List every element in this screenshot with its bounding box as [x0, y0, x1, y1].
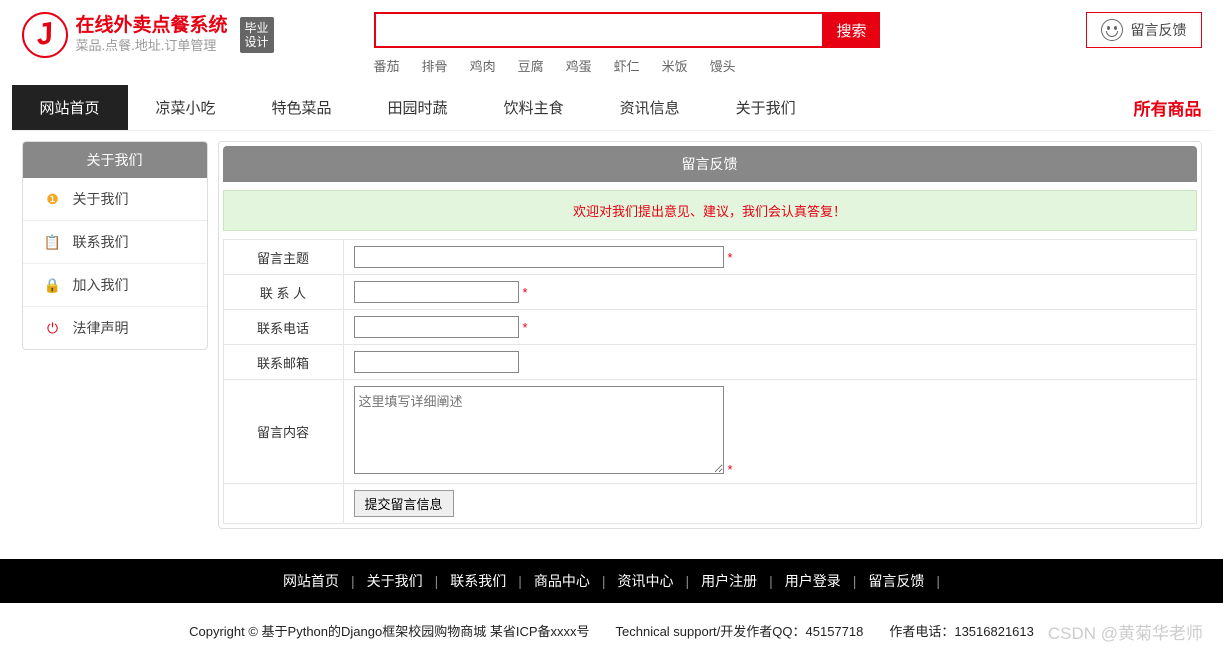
content-title: 留言反馈 [223, 146, 1197, 182]
hotword[interactable]: 鸡蛋 [566, 56, 592, 75]
feedback-button[interactable]: 留言反馈 [1086, 12, 1202, 48]
footer-link[interactable]: 留言反馈 [862, 573, 930, 589]
label-body: 留言内容 [223, 380, 343, 484]
power-icon: ⏻ [45, 320, 61, 336]
input-body[interactable] [354, 386, 724, 474]
footer-link[interactable]: 关于我们 [361, 573, 429, 589]
main-nav: 网站首页凉菜小吃特色菜品田园时蔬饮料主食资讯信息关于我们 所有商品 [12, 85, 1212, 131]
watermark: CSDN @黄菊华老师 [1048, 619, 1203, 644]
input-email[interactable] [354, 351, 519, 373]
nav-item[interactable]: 资讯信息 [592, 85, 708, 130]
required-mark: * [523, 285, 528, 300]
feedback-button-label: 留言反馈 [1131, 20, 1187, 40]
required-mark: * [728, 250, 733, 265]
footer-link[interactable]: 商品中心 [528, 573, 596, 589]
sidebar-item-legal[interactable]: ⏻ 法律声明 [23, 307, 207, 349]
hotword[interactable]: 馒头 [710, 56, 736, 75]
required-mark: * [728, 462, 733, 477]
site-title: 在线外卖点餐系统 [76, 15, 228, 38]
hotword[interactable]: 虾仁 [614, 56, 640, 75]
input-phone[interactable] [354, 316, 519, 338]
logo-area: J 在线外卖点餐系统 菜品.点餐.地址.订单管理 毕业 设计 [22, 12, 274, 58]
footer-link[interactable]: 用户登录 [779, 573, 847, 589]
lock-icon: 🔒 [45, 277, 61, 293]
form-row-submit: 提交留言信息 [223, 484, 1196, 524]
search-button[interactable]: 搜索 [824, 12, 880, 48]
info-icon: ❶ [45, 191, 61, 207]
nav-item[interactable]: 凉菜小吃 [128, 85, 244, 130]
feedback-form: 留言主题 * 联 系 人 * 联系电话 * 联系邮箱 留言内容 * [223, 239, 1197, 524]
footer-link[interactable]: 网站首页 [277, 573, 345, 589]
label-subject: 留言主题 [223, 240, 343, 275]
form-row-email: 联系邮箱 [223, 345, 1196, 380]
input-contact[interactable] [354, 281, 519, 303]
hot-words: 番茄 排骨 鸡肉 豆腐 鸡蛋 虾仁 米饭 馒头 [374, 56, 880, 75]
sidebar-item-about[interactable]: ❶ 关于我们 [23, 178, 207, 221]
sidebar-item-label: 关于我们 [73, 189, 129, 209]
hotword[interactable]: 排骨 [422, 56, 448, 75]
nav-item[interactable]: 关于我们 [708, 85, 824, 130]
submit-button[interactable]: 提交留言信息 [354, 490, 454, 517]
form-row-subject: 留言主题 * [223, 240, 1196, 275]
welcome-message: 欢迎对我们提出意见、建议，我们会认真答复！ [223, 190, 1197, 231]
document-icon: 📋 [45, 234, 61, 250]
nav-item[interactable]: 饮料主食 [476, 85, 592, 130]
all-goods-link[interactable]: 所有商品 [1134, 95, 1212, 120]
badge: 毕业 设计 [240, 17, 274, 54]
copyright-text: Copyright © 基于Python的Django框架校园购物商城 某省IC… [189, 624, 1034, 639]
footer-link[interactable]: 用户注册 [695, 573, 763, 589]
hotword[interactable]: 豆腐 [518, 56, 544, 75]
hotword[interactable]: 米饭 [662, 56, 688, 75]
search-input[interactable] [374, 12, 824, 48]
footer-copyright: Copyright © 基于Python的Django框架校园购物商城 某省IC… [0, 603, 1223, 658]
required-mark: * [523, 320, 528, 335]
sidebar-item-label: 联系我们 [73, 232, 129, 252]
content-panel: 留言反馈 欢迎对我们提出意见、建议，我们会认真答复！ 留言主题 * 联 系 人 … [218, 141, 1202, 529]
sidebar-item-label: 加入我们 [73, 275, 129, 295]
logo-icon: J [22, 12, 68, 58]
label-contact: 联 系 人 [223, 275, 343, 310]
sidebar-item-contact[interactable]: 📋 联系我们 [23, 221, 207, 264]
nav-item[interactable]: 网站首页 [12, 85, 128, 130]
form-row-body: 留言内容 * [223, 380, 1196, 484]
site-subtitle: 菜品.点餐.地址.订单管理 [76, 37, 228, 55]
sidebar-title: 关于我们 [23, 142, 207, 178]
form-row-contact: 联 系 人 * [223, 275, 1196, 310]
form-row-phone: 联系电话 * [223, 310, 1196, 345]
footer-link[interactable]: 联系我们 [444, 573, 512, 589]
footer-nav: 网站首页|关于我们|联系我们|商品中心|资讯中心|用户注册|用户登录|留言反馈| [0, 559, 1223, 603]
nav-item[interactable]: 特色菜品 [244, 85, 360, 130]
label-phone: 联系电话 [223, 310, 343, 345]
sidebar: 关于我们 ❶ 关于我们 📋 联系我们 🔒 加入我们 ⏻ 法律声明 [22, 141, 208, 350]
label-email: 联系邮箱 [223, 345, 343, 380]
input-subject[interactable] [354, 246, 724, 268]
nav-item[interactable]: 田园时蔬 [360, 85, 476, 130]
hotword[interactable]: 鸡肉 [470, 56, 496, 75]
face-icon [1101, 19, 1123, 41]
hotword[interactable]: 番茄 [374, 56, 400, 75]
sidebar-item-join[interactable]: 🔒 加入我们 [23, 264, 207, 307]
sidebar-item-label: 法律声明 [73, 318, 129, 338]
footer-link[interactable]: 资讯中心 [612, 573, 680, 589]
